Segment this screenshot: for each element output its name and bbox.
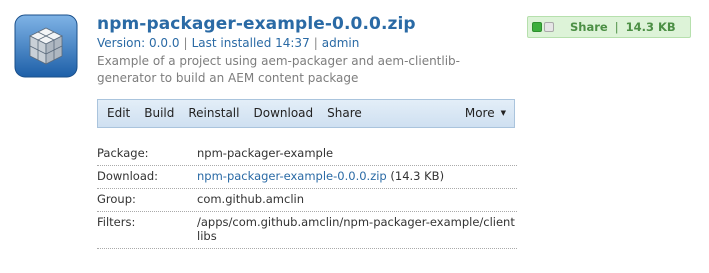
detail-label: Filters: xyxy=(97,215,136,229)
version-text: Version: 0.0.0 xyxy=(97,36,180,50)
download-button[interactable]: Download xyxy=(246,100,320,127)
package-details: Package: npm-packager-example Download: … xyxy=(97,143,517,249)
package-cube-icon xyxy=(14,14,78,78)
detail-value: /apps/com.github.amclin/npm-packager-exa… xyxy=(197,215,515,243)
download-size: (14.3 KB) xyxy=(386,169,445,183)
installed-by-user: admin xyxy=(321,36,360,50)
detail-value: npm-packager-example xyxy=(197,146,334,160)
share-status-on-icon xyxy=(532,22,542,32)
reinstall-button[interactable]: Reinstall xyxy=(181,100,246,127)
package-meta: Version: 0.0.0 | Last installed 14:37 | admi… xyxy=(97,36,359,50)
detail-value: com.github.amclin xyxy=(197,192,305,206)
build-button[interactable]: Build xyxy=(137,100,181,127)
share-status-badge[interactable]: Share | 14.3 KB xyxy=(527,16,691,38)
share-status-off-icon xyxy=(544,22,554,32)
package-toolbar: Edit Build Reinstall Download Share More… xyxy=(97,99,515,128)
package-description: Example of a project using aem-packager … xyxy=(97,54,460,85)
share-button[interactable]: Share xyxy=(320,100,369,127)
detail-label: Group: xyxy=(97,192,136,206)
detail-label: Download: xyxy=(97,169,159,183)
detail-row-filters: Filters: /apps/com.github.amclin/npm-pac… xyxy=(97,212,517,249)
more-label: More xyxy=(464,106,495,120)
more-menu-button[interactable]: More ▼ xyxy=(458,100,514,127)
package-title[interactable]: npm-packager-example-0.0.0.zip xyxy=(97,14,416,34)
meta-separator: | xyxy=(183,36,188,50)
dropdown-arrow-icon: ▼ xyxy=(500,109,506,117)
detail-value: npm-packager-example-0.0.0.zip (14.3 KB) xyxy=(197,169,517,183)
edit-button[interactable]: Edit xyxy=(98,100,137,127)
meta-separator: | xyxy=(313,36,318,50)
share-status-separator: | xyxy=(614,20,619,34)
download-link[interactable]: npm-packager-example-0.0.0.zip xyxy=(197,169,387,183)
detail-row-download: Download: npm-packager-example-0.0.0.zip… xyxy=(97,166,517,189)
installed-text: Last installed 14:37 xyxy=(191,36,310,50)
detail-row-package: Package: npm-packager-example xyxy=(97,143,517,166)
detail-row-group: Group: com.github.amclin xyxy=(97,189,517,212)
detail-label: Package: xyxy=(97,146,149,160)
share-status-size: 14.3 KB xyxy=(625,20,676,34)
share-status-label: Share xyxy=(570,20,608,34)
